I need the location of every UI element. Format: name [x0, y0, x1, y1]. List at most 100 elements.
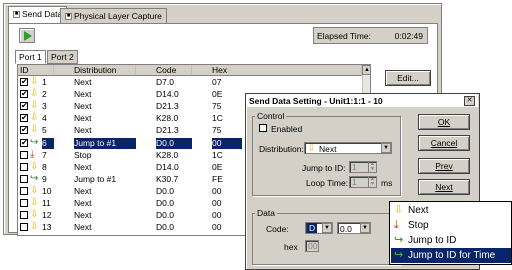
dropdown-item-jump-to-id-for-time[interactable]: ↪ Jump to ID for Time	[391, 248, 511, 263]
edit-button[interactable]: Edit...	[385, 70, 431, 86]
row-id: 9	[42, 173, 47, 184]
down-arrow-icon: ⇩	[30, 112, 39, 124]
row-checkbox[interactable]	[20, 186, 28, 195]
stop-icon: ⤓	[394, 219, 399, 231]
row-hex: 00	[212, 198, 222, 208]
data-group-label: Data	[255, 208, 277, 218]
enabled-label: Enabled	[271, 124, 303, 134]
row-hex: 00	[212, 210, 222, 221]
row-checkbox[interactable]	[20, 162, 28, 171]
column-header-hex[interactable]: Hex	[192, 65, 362, 76]
control-group-label: Control	[255, 111, 287, 121]
column-header-code[interactable]: Code	[136, 65, 192, 76]
play-button[interactable]	[19, 28, 35, 43]
scroll-up-icon[interactable]: ▲	[362, 65, 370, 75]
row-code: D0.0	[156, 137, 192, 149]
spinner-icon[interactable]: ▲ ▼	[368, 177, 376, 187]
table-row[interactable]: ✔ ⇩ 1 Next D7.0 07	[18, 77, 358, 88]
jump-arrow-icon: ↪	[394, 234, 404, 246]
ok-button[interactable]: OK	[418, 114, 470, 130]
row-checkbox[interactable]: ✔	[20, 114, 28, 123]
down-arrow-icon: ⇩	[394, 204, 404, 216]
row-code: D0.0	[156, 185, 174, 196]
play-icon	[24, 31, 32, 41]
tab-send-data[interactable]: ■ Send Data	[8, 6, 68, 24]
row-id: 3	[42, 101, 47, 112]
row-code: K30.7	[156, 173, 179, 184]
row-distribution: Next	[74, 161, 92, 172]
elapsed-time-value: 0:02:49	[394, 31, 423, 41]
distribution-label: Distribution:	[259, 144, 304, 154]
row-hex: 75	[212, 101, 222, 112]
row-hex: 00	[212, 222, 222, 233]
chevron-down-icon[interactable]: ▼	[322, 223, 332, 233]
loop-time-field[interactable]: 1 ▲ ▼	[349, 176, 377, 188]
row-checkbox[interactable]	[20, 211, 28, 220]
tab-physical-layer-capture[interactable]: ■ Physical Layer Capture	[60, 8, 167, 24]
distribution-select[interactable]: ⇩ Next ▼	[304, 142, 392, 154]
row-distribution: Jump to #1	[74, 137, 136, 149]
loop-time-label: Loop Time:	[306, 178, 349, 188]
hex-field: 00	[305, 240, 319, 252]
column-header-distribution[interactable]: Distribution	[54, 65, 136, 76]
row-checkbox[interactable]	[20, 174, 28, 183]
spinner-icon[interactable]: ▲ ▼	[368, 162, 376, 172]
close-icon[interactable]: ✕	[464, 96, 475, 106]
chevron-down-icon[interactable]: ▼	[360, 223, 370, 233]
row-code: D14.0	[156, 89, 179, 100]
row-hex: 00	[212, 137, 242, 149]
row-hex: 1C	[212, 149, 223, 160]
row-code: D7.0	[156, 77, 174, 87]
dropdown-item-next[interactable]: ⇩ Next	[391, 203, 511, 218]
data-group	[252, 213, 401, 265]
row-checkbox[interactable]	[20, 150, 28, 159]
row-id: 1	[42, 77, 47, 87]
row-id: 8	[42, 161, 47, 172]
row-distribution: Next	[74, 198, 92, 208]
row-hex: 07	[212, 77, 222, 87]
row-checkbox[interactable]: ✔	[20, 78, 28, 86]
cancel-button[interactable]: Cancel	[418, 135, 470, 151]
row-checkbox[interactable]: ✔	[20, 102, 28, 111]
chevron-down-icon[interactable]: ▼	[381, 143, 391, 153]
tab-port-2[interactable]: Port 2	[47, 50, 78, 64]
row-hex: 00	[212, 185, 222, 196]
code-prefix-value: D	[307, 223, 318, 233]
distribution-dropdown-list: ⇩ Next ⤓ Stop ↪ Jump to ID ↪ Jump to ID …	[389, 201, 512, 265]
code-prefix-select[interactable]: D ▼	[305, 222, 333, 234]
row-checkbox[interactable]: ✔	[20, 138, 28, 147]
code-value-select[interactable]: 0.0 ▼	[337, 222, 371, 234]
row-checkbox[interactable]: ✔	[20, 126, 28, 135]
row-id: 12	[42, 210, 52, 221]
column-header-id[interactable]: ID	[18, 65, 54, 76]
next-button[interactable]: Next	[418, 179, 470, 195]
code-label: Code:	[266, 224, 289, 234]
down-arrow-icon: ⇩	[30, 160, 39, 172]
row-checkbox[interactable]	[20, 199, 28, 207]
jump-time-icon: ↪	[394, 249, 404, 261]
row-checkbox[interactable]: ✔	[20, 90, 28, 99]
jump-arrow-icon: ↪	[30, 136, 39, 148]
dropdown-item-stop[interactable]: ⤓ Stop	[391, 218, 511, 233]
row-id: 10	[42, 185, 52, 196]
dialog-title-bar[interactable]: Send Data Setting - Unit1:1:1 - 10 ✕	[247, 95, 478, 107]
loop-time-unit: ms	[381, 178, 393, 188]
row-hex: 0E	[212, 161, 223, 172]
distribution-value: Next	[319, 144, 337, 154]
tab-bullet-icon: ■	[13, 11, 20, 19]
row-code: K28.0	[156, 149, 179, 160]
row-distribution: Next	[74, 125, 92, 136]
stop-icon: ⤓	[30, 148, 35, 160]
tab-port-1[interactable]: Port 1	[15, 50, 46, 64]
row-distribution: Next	[74, 222, 92, 233]
enabled-checkbox[interactable]	[259, 124, 267, 132]
row-hex: 0E	[212, 89, 223, 100]
dropdown-item-jump-to-id[interactable]: ↪ Jump to ID	[391, 233, 511, 248]
row-checkbox[interactable]	[20, 223, 28, 232]
jump-to-id-field[interactable]: 1 ▲ ▼	[349, 161, 377, 173]
row-code: D21.3	[156, 125, 179, 136]
down-arrow-icon: ⇩	[30, 221, 39, 233]
row-code: D0.0	[156, 198, 174, 208]
prev-button[interactable]: Prev	[418, 158, 470, 174]
row-hex: FE	[212, 173, 223, 184]
